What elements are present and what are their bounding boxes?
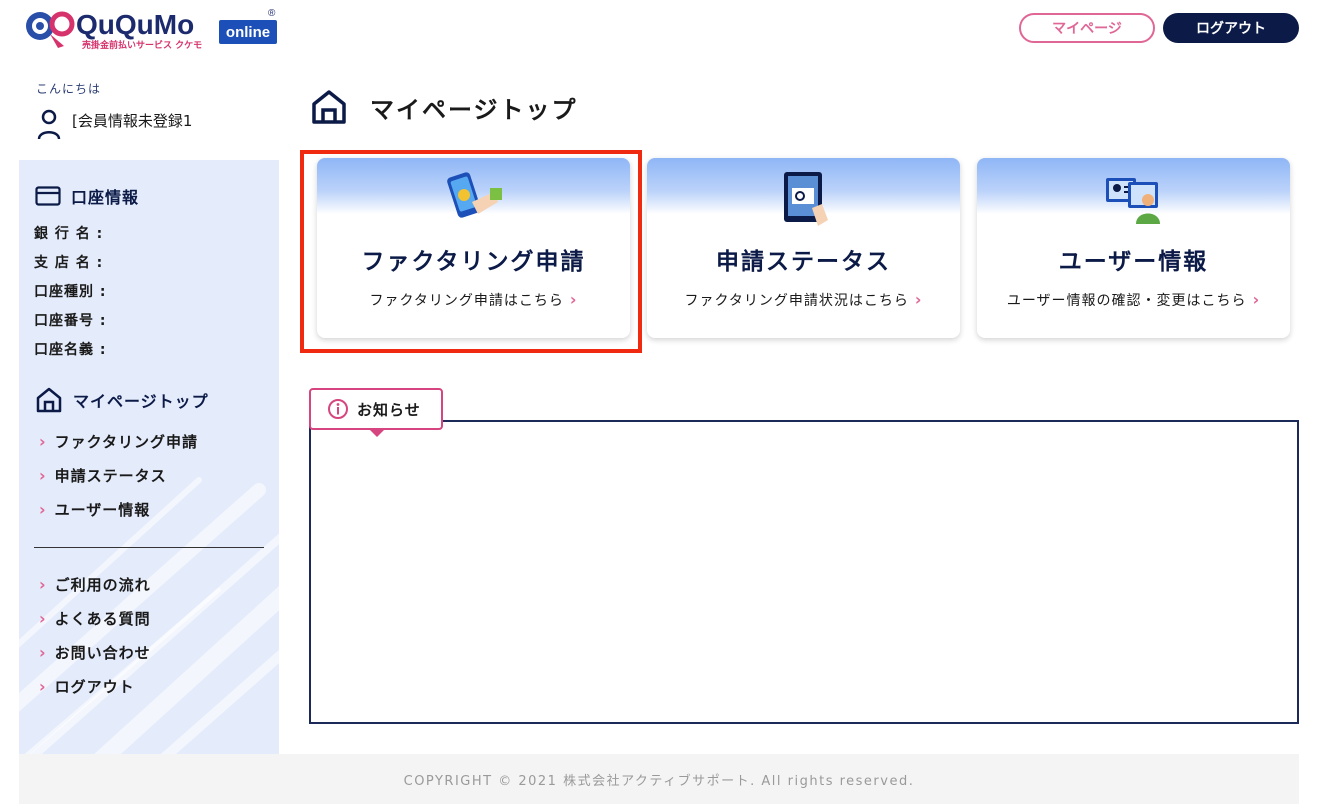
sidebar-item-logout[interactable]: › ログアウト — [39, 676, 135, 697]
home-icon — [36, 387, 62, 413]
chevron-right-icon: › — [39, 643, 47, 662]
chevron-right-icon: › — [39, 500, 47, 519]
sidebar-item-usage-flow[interactable]: › ご利用の流れ — [39, 574, 151, 595]
mypage-button[interactable]: マイページ — [1019, 13, 1155, 43]
footer-copyright: COPYRIGHT © 2021 株式会社アクティブサポート. All righ… — [19, 754, 1299, 804]
info-icon — [328, 399, 348, 419]
news-panel — [309, 420, 1299, 724]
sidebar-item-user-info[interactable]: › ユーザー情報 — [39, 499, 150, 520]
chevron-right-icon: › — [39, 575, 47, 594]
sidebar-mypage-top[interactable]: マイページトップ — [35, 386, 209, 414]
sidebar-divider — [34, 547, 264, 548]
greeting-text: こんにちは — [36, 82, 102, 96]
sidebar: 口座情報 銀 行 名 : 支 店 名 : 口座種別 : 口座番号 : 口座名義 … — [19, 160, 279, 754]
bank-name-label: 銀 行 名 : — [34, 226, 104, 242]
tab-pointer — [369, 429, 385, 437]
card-factoring-apply[interactable]: ファクタリング申請 ファクタリング申請はこちら › — [317, 158, 630, 338]
chevron-right-icon: › — [39, 609, 47, 628]
svg-text:売掛金前払いサービス クケモ: 売掛金前払いサービス クケモ — [82, 39, 202, 51]
account-number-label: 口座番号 : — [34, 313, 107, 329]
sidebar-item-contact[interactable]: › お問い合わせ — [39, 642, 151, 663]
account-holder-label: 口座名義 : — [34, 342, 107, 358]
sidebar-item-faq[interactable]: › よくある質問 — [39, 608, 151, 629]
home-icon — [312, 90, 346, 124]
chevron-right-icon: › — [569, 290, 578, 309]
chevron-right-icon: › — [914, 290, 923, 309]
branch-name-label: 支 店 名 : — [34, 255, 104, 271]
brand-logo[interactable]: QuQuMo 売掛金前払いサービス クケモ online ® — [24, 4, 280, 52]
card-application-status[interactable]: 申請ステータス ファクタリング申請状況はこちら › — [647, 158, 960, 338]
user-greeting: [会員情報未登録1 — [36, 108, 192, 140]
account-info-heading: 口座情報 — [35, 184, 139, 208]
account-type-label: 口座種別 : — [34, 284, 107, 300]
header-logout-button[interactable]: ログアウト — [1163, 13, 1299, 43]
user-name: [会員情報未登録1 — [72, 112, 193, 130]
svg-text:online: online — [226, 24, 270, 41]
chevron-right-icon: › — [1252, 290, 1261, 309]
user-profile-icon — [1105, 178, 1160, 224]
chevron-right-icon: › — [39, 677, 47, 696]
card-user-info[interactable]: ユーザー情報 ユーザー情報の確認・変更はこちら › — [977, 158, 1290, 338]
phone-hand-icon — [446, 172, 502, 218]
credit-card-icon — [35, 186, 61, 206]
chevron-right-icon: › — [39, 432, 47, 451]
news-tab: お知らせ — [309, 388, 443, 437]
sidebar-item-factoring[interactable]: › ファクタリング申請 — [39, 431, 198, 452]
svg-text:QuQuMo: QuQuMo — [76, 9, 194, 40]
mascot-icon — [26, 11, 75, 48]
chevron-right-icon: › — [39, 466, 47, 485]
tablet-touch-icon — [783, 172, 828, 226]
user-icon — [37, 109, 61, 140]
sidebar-decoration — [19, 477, 279, 754]
sidebar-item-status[interactable]: › 申請ステータス — [39, 465, 167, 486]
svg-text:®: ® — [268, 8, 276, 19]
page-title: マイページトップ — [310, 88, 578, 126]
